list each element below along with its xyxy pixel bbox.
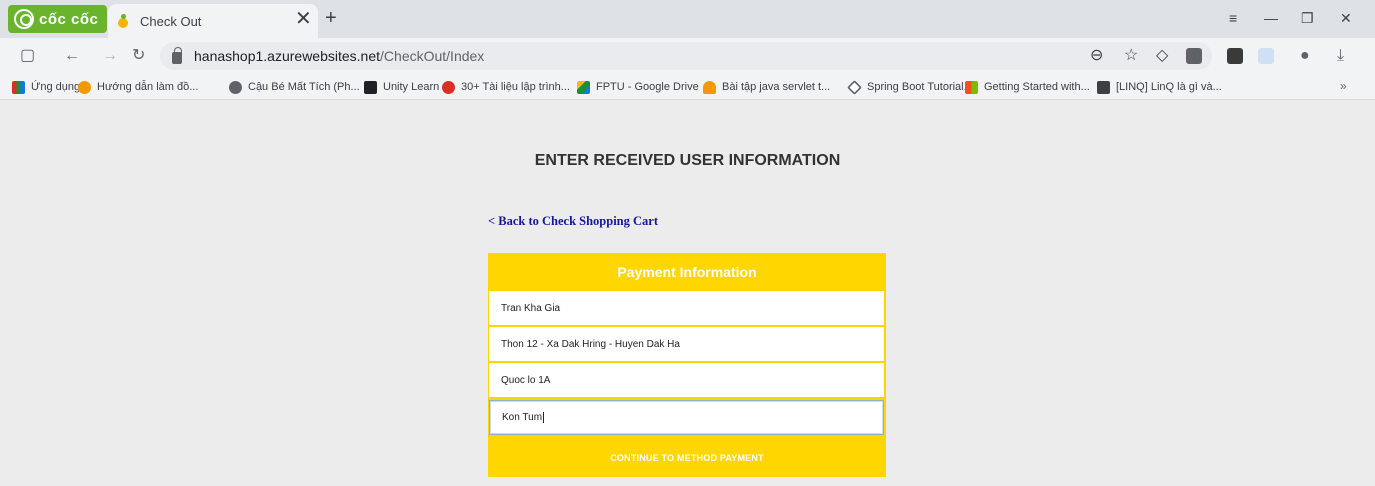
bookmark-apps[interactable]: Ứng dụng	[12, 80, 80, 94]
forward-arrow-icon[interactable]: →	[102, 46, 118, 66]
bookmark-star-icon[interactable]: ☆	[1124, 46, 1138, 66]
field-value: Quoc lo 1A	[501, 374, 551, 386]
microsoft-icon	[965, 80, 978, 94]
bookmark-favicon-icon	[229, 80, 242, 94]
download-ext-icon[interactable]	[1186, 48, 1202, 64]
profile-icon[interactable]: ●	[1300, 46, 1310, 66]
reload-icon[interactable]: ↻	[132, 46, 145, 66]
browser-toolbar: ▢ ← → ↻ hanashop1.azurewebsites.net/Chec…	[0, 38, 1375, 74]
tab-close-icon[interactable]: ✕	[295, 9, 312, 29]
text-caret	[543, 412, 545, 423]
bookmark-item[interactable]: Getting Started with...	[965, 80, 1090, 94]
bookmark-item[interactable]: Cậu Bé Mất Tích (Ph...	[229, 80, 360, 94]
downloads-icon[interactable]: ⤓	[1337, 46, 1344, 66]
address-input[interactable]: Thon 12 - Xa Dak Hring - Huyen Dak Ha	[489, 327, 884, 361]
restore-icon[interactable]: ❐	[1301, 10, 1314, 26]
coccoc-logo[interactable]: cốc cốc	[8, 5, 107, 33]
tab-search-icon[interactable]: ≡	[1229, 10, 1237, 26]
tab-check-out[interactable]: Check Out	[108, 4, 318, 38]
street-input[interactable]: Quoc lo 1A	[489, 363, 884, 397]
bookmark-label: Hướng dẫn làm đồ...	[97, 81, 199, 93]
bookmark-favicon-icon	[442, 80, 455, 94]
bookmark-item[interactable]: 30+ Tài liệu lập trình...	[442, 80, 570, 94]
field-value: Thon 12 - Xa Dak Hring - Huyen Dak Ha	[501, 338, 680, 350]
tab-strip: cốc cốc Check Out ✕ + ≡ — ❐ ✕	[0, 0, 1375, 38]
field-value: Tran Kha Gia	[501, 302, 561, 314]
bookmark-label: Spring Boot Tutorial...	[867, 81, 973, 93]
bookmark-label: [LINQ] LinQ là gì và...	[1116, 81, 1222, 93]
page-title: ENTER RECEIVED USER INFORMATION	[534, 152, 841, 169]
payment-information-card: Payment Information Tran Kha Gia Thon 12…	[488, 253, 886, 477]
bookmarks-bar: Ứng dụng Hướng dẫn làm đồ... Cậu Bé Mất …	[0, 74, 1375, 100]
bookmark-item[interactable]: [LINQ] LinQ là gì và...	[1097, 80, 1222, 94]
url-host: hanashop1.azurewebsites.net	[194, 48, 381, 64]
coccoc-logo-icon	[14, 9, 34, 29]
tab-favicon-icon	[116, 14, 130, 28]
card-header: Payment Information	[617, 264, 757, 280]
bookmark-favicon-icon	[364, 80, 377, 94]
bookmark-label: Getting Started with...	[984, 81, 1090, 93]
bookmark-favicon-icon	[78, 80, 91, 94]
fire-icon	[703, 80, 716, 94]
bookmark-item[interactable]: FPTU - Google Drive	[577, 80, 699, 94]
google-drive-icon	[577, 80, 590, 94]
lock-icon	[172, 47, 182, 64]
bookmark-item[interactable]: Spring Boot Tutorial...	[847, 79, 973, 95]
logo-text: cốc cốc	[39, 10, 99, 28]
continue-to-payment-button[interactable]: CONTINUE TO METHOD PAYMENT	[488, 439, 886, 477]
bookmark-favicon-icon	[1097, 80, 1110, 94]
bookmark-label: Cậu Bé Mất Tích (Ph...	[248, 81, 360, 93]
apps-grid-icon	[12, 80, 25, 94]
minimize-icon[interactable]: —	[1264, 10, 1278, 26]
field-value: Kon Tum	[502, 412, 543, 423]
zoom-icon[interactable]: ⊖	[1090, 46, 1103, 66]
address-bar[interactable]: hanashop1.azurewebsites.net/CheckOut/Ind…	[160, 42, 1212, 70]
back-to-cart-link[interactable]: < Back to Check Shopping Cart	[488, 214, 658, 229]
bookmarks-more-icon[interactable]: »	[1340, 79, 1347, 93]
bookmark-label: FPTU - Google Drive	[596, 81, 699, 93]
bookmark-item[interactable]: Unity Learn	[364, 80, 439, 94]
bookmark-item[interactable]: Hướng dẫn làm đồ...	[78, 80, 198, 94]
bookmark-label: Ứng dụng	[31, 81, 81, 93]
new-tab-icon[interactable]: +	[325, 8, 337, 28]
tab-title: Check Out	[140, 13, 202, 29]
name-input[interactable]: Tran Kha Gia	[489, 291, 884, 325]
bookmark-label: Unity Learn	[383, 81, 440, 93]
url-path: /CheckOut/Index	[380, 48, 485, 64]
bookmark-label: Bài tập java servlet t...	[722, 81, 831, 93]
selenium-ext-icon[interactable]	[1227, 48, 1243, 64]
translate-ext-icon[interactable]	[1258, 48, 1274, 64]
sidebar-toggle-icon[interactable]: ▢	[20, 46, 35, 66]
diamond-icon	[847, 79, 862, 95]
bookmark-label: 30+ Tài liệu lập trình...	[461, 81, 570, 93]
bookmark-item[interactable]: Bài tập java servlet t...	[703, 80, 830, 94]
window-close-icon[interactable]: ✕	[1340, 10, 1352, 26]
shield-icon[interactable]: ◇	[1156, 46, 1168, 66]
city-input[interactable]: Kon Tum	[489, 400, 884, 435]
back-arrow-icon[interactable]: ←	[64, 46, 80, 66]
